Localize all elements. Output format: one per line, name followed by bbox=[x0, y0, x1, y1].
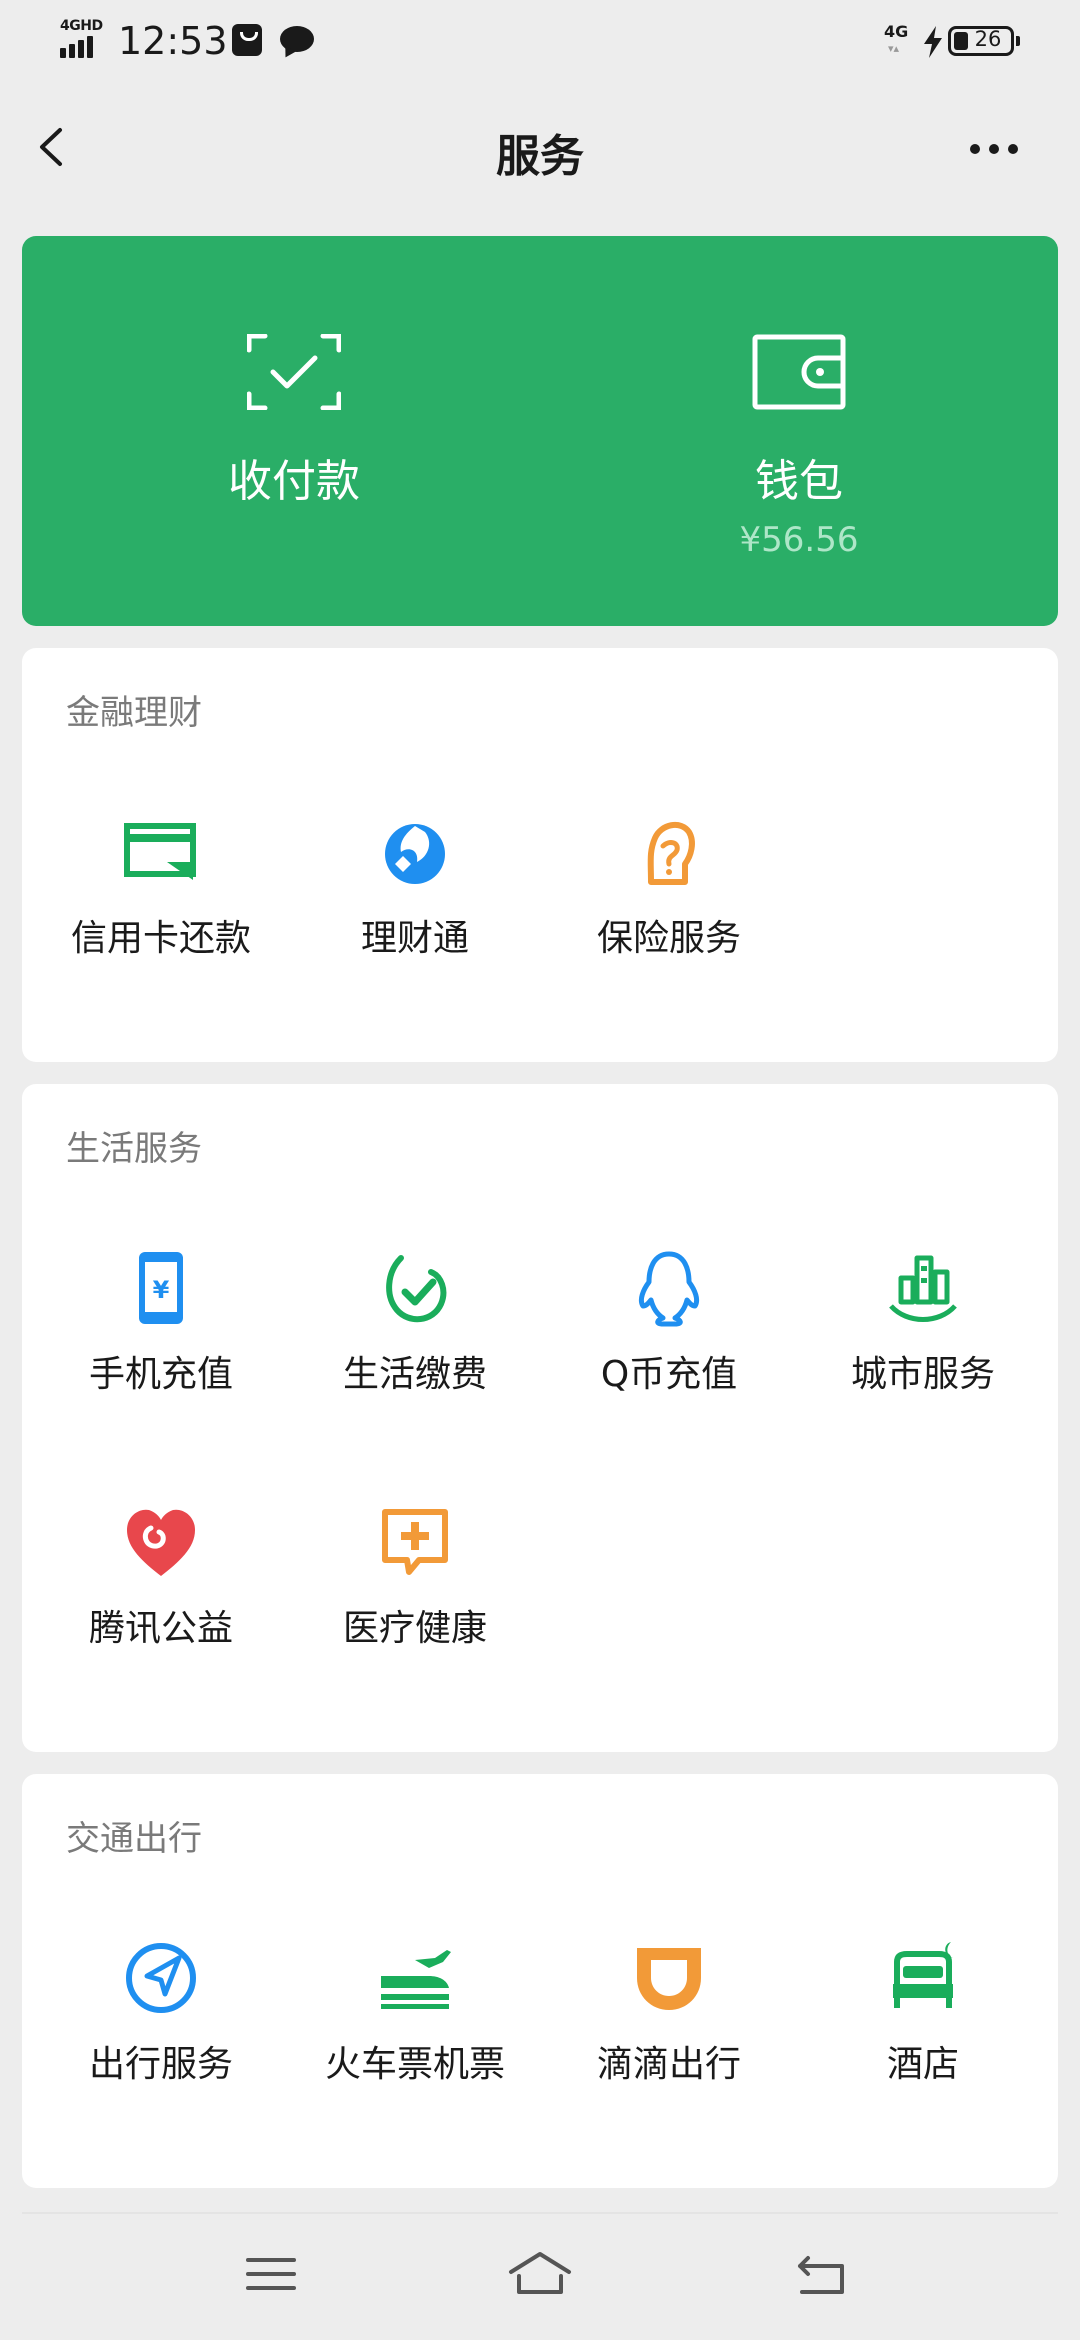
network-type: 4GHD bbox=[60, 18, 103, 34]
licaitong-item[interactable]: 理财通 bbox=[288, 812, 542, 982]
network-right-label: 4G bbox=[884, 22, 909, 41]
travel-service-item[interactable]: 出行服务 bbox=[34, 1938, 288, 2108]
item-label: 理财通 bbox=[360, 918, 469, 959]
chat-bubble-icon bbox=[280, 26, 314, 52]
hotel-bed-icon bbox=[893, 1942, 953, 2008]
item-label: 保险服务 bbox=[596, 918, 741, 959]
item-label: 医疗健康 bbox=[342, 1608, 487, 1649]
city-service-item[interactable]: 城市服务 bbox=[796, 1248, 1050, 1418]
back-icon[interactable] bbox=[786, 2244, 856, 2304]
utility-payment-item[interactable]: 生活缴费 bbox=[288, 1248, 542, 1418]
scan-check-icon bbox=[247, 334, 341, 410]
navigation-icon bbox=[126, 1943, 196, 2013]
train-plane-tickets-item[interactable]: 火车票机票 bbox=[288, 1938, 542, 2108]
section-title: 生活服务 bbox=[66, 1129, 202, 1169]
wallet-balance: ¥56.56 bbox=[739, 520, 859, 560]
receive-pay-button[interactable]: 收付款 bbox=[14, 236, 574, 626]
transport-section: 交通出行 出行服务 火车票机票 滴滴出行 酒店 bbox=[22, 1774, 1058, 2188]
didi-icon bbox=[637, 1948, 701, 2010]
battery-icon: 26 bbox=[948, 26, 1020, 56]
qq-penguin-icon bbox=[638, 1251, 700, 1327]
wallet-button[interactable]: 钱包 ¥56.56 bbox=[540, 236, 1058, 626]
item-label: 火车票机票 bbox=[324, 2044, 505, 2085]
insurance-item[interactable]: 保险服务 bbox=[542, 812, 796, 982]
wallet-icon bbox=[752, 334, 846, 410]
receive-pay-label: 收付款 bbox=[228, 456, 360, 507]
item-label: 酒店 bbox=[886, 2044, 959, 2085]
item-label: Q币充值 bbox=[600, 1354, 738, 1395]
battery-level: 26 bbox=[974, 27, 1002, 51]
nav-bar: 服务 bbox=[0, 84, 1080, 214]
status-bar: 4GHD 12:53 4G ▾▴ 26 bbox=[0, 0, 1080, 84]
phone-recharge-icon: ¥ bbox=[139, 1252, 183, 1324]
item-label: 出行服务 bbox=[88, 2044, 233, 2085]
system-nav-bar bbox=[0, 2214, 1080, 2340]
charging-bolt-icon bbox=[924, 26, 942, 58]
item-label: 生活缴费 bbox=[342, 1354, 487, 1395]
section-title: 金融理财 bbox=[66, 693, 202, 733]
section-title: 交通出行 bbox=[66, 1819, 202, 1859]
phone-recharge-item[interactable]: ¥ 手机充值 bbox=[34, 1248, 288, 1418]
svg-text:¥: ¥ bbox=[153, 1276, 170, 1304]
life-services-section: 生活服务 ¥ 手机充值 生活缴费 Q币充值 城市服务 腾讯公益 医疗健康 bbox=[22, 1084, 1058, 1752]
medical-icon bbox=[382, 1509, 448, 1575]
finance-section: 金融理财 信用卡还款 理财通 保险服务 bbox=[22, 648, 1058, 1062]
credit-card-icon bbox=[124, 823, 196, 880]
page-title: 服务 bbox=[496, 131, 584, 182]
q-coin-recharge-item[interactable]: Q币充值 bbox=[542, 1248, 796, 1418]
medical-health-item[interactable]: 医疗健康 bbox=[288, 1502, 542, 1672]
cellular-4g-icon: 4G ▾▴ bbox=[884, 22, 909, 55]
tencent-charity-item[interactable]: 腾讯公益 bbox=[34, 1502, 288, 1672]
menu-icon[interactable] bbox=[236, 2244, 306, 2304]
item-label: 腾讯公益 bbox=[88, 1608, 233, 1649]
shopping-bag-icon bbox=[232, 24, 262, 56]
more-options-icon[interactable] bbox=[970, 134, 1040, 164]
pay-card: 收付款 钱包 ¥56.56 bbox=[22, 236, 1058, 626]
item-label: 信用卡还款 bbox=[70, 918, 251, 959]
didi-item[interactable]: 滴滴出行 bbox=[542, 1938, 796, 2108]
home-icon[interactable] bbox=[505, 2244, 575, 2304]
train-plane-icon bbox=[381, 1950, 451, 2009]
hotel-item[interactable]: 酒店 bbox=[796, 1938, 1050, 2108]
licaitong-icon bbox=[385, 824, 445, 884]
city-service-icon bbox=[889, 1255, 957, 1322]
item-label: 滴滴出行 bbox=[596, 2044, 741, 2085]
insurance-icon bbox=[647, 821, 695, 885]
wallet-label: 钱包 bbox=[755, 456, 843, 507]
signal-icon: 4GHD bbox=[58, 18, 108, 62]
item-label: 手机充值 bbox=[88, 1354, 233, 1395]
item-label: 城市服务 bbox=[850, 1354, 995, 1395]
credit-card-repay-item[interactable]: 信用卡还款 bbox=[34, 812, 288, 982]
clock: 12:53 bbox=[118, 19, 228, 63]
charity-heart-icon bbox=[127, 1509, 195, 1576]
utility-payment-icon bbox=[386, 1255, 447, 1322]
